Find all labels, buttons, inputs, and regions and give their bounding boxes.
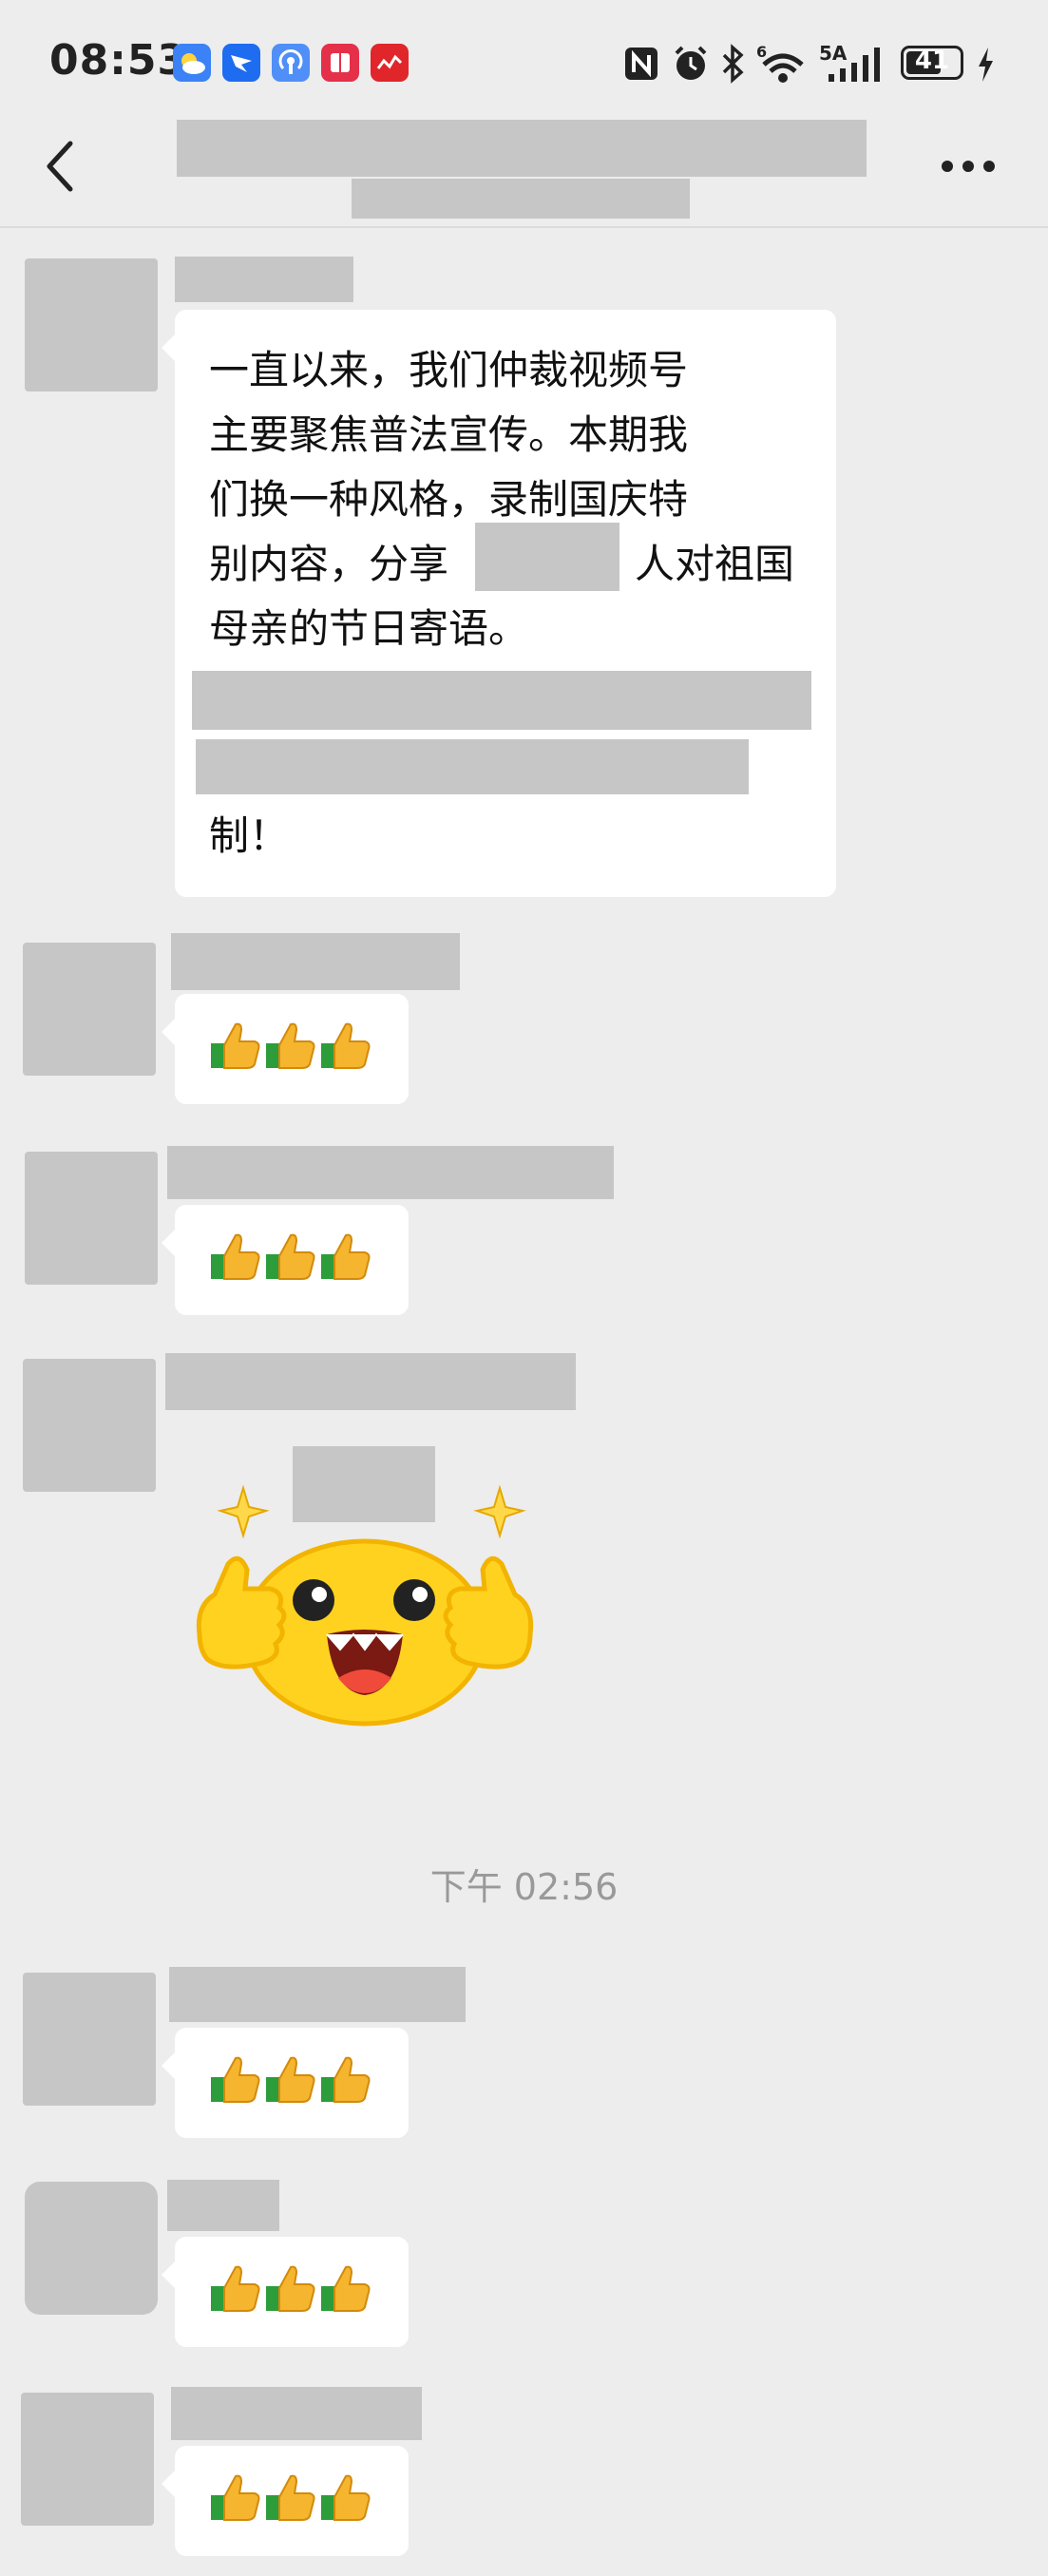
message-line-tail: 人对祖国 xyxy=(635,541,795,587)
weather-app-icon xyxy=(173,44,211,82)
sender-name xyxy=(167,1146,614,1199)
sender-name xyxy=(169,1967,466,2022)
avatar[interactable] xyxy=(25,258,158,391)
status-time: 08:53 xyxy=(49,36,188,85)
thumbs-up-emoji-sticker[interactable] xyxy=(186,1482,543,1739)
redaction-block xyxy=(475,523,619,591)
message-bubble[interactable]: 一直以来，我们仲裁视频号 主要聚焦普法宣传。本期我 们换一种风格，录制国庆特 别… xyxy=(162,310,836,897)
message-line: 制！ xyxy=(209,812,290,859)
nav-divider xyxy=(0,226,1048,228)
sender-name xyxy=(171,2387,422,2440)
sender-name xyxy=(175,257,353,302)
alarm-icon xyxy=(671,44,711,87)
sender-name xyxy=(171,933,460,990)
charging-icon xyxy=(975,46,996,87)
music-app-icon xyxy=(371,44,409,82)
thumbs-up-emoji-group xyxy=(209,2263,372,2315)
avatar[interactable] xyxy=(21,2393,154,2526)
message-bubble[interactable] xyxy=(162,994,409,1104)
avatar[interactable] xyxy=(23,1973,156,2106)
message-bubble[interactable] xyxy=(162,2446,409,2556)
message-bubble[interactable] xyxy=(162,2028,409,2138)
thumbs-up-emoji-group xyxy=(209,1021,372,1072)
thumbs-up-icon xyxy=(211,2056,260,2103)
message-line: 别内容，分享 人对祖国 xyxy=(209,523,798,597)
bluetooth-icon xyxy=(718,44,747,87)
thumbs-up-icon xyxy=(321,1022,371,1069)
thumbs-up-emoji-group xyxy=(209,2472,372,2524)
sender-name xyxy=(167,2180,279,2231)
message-text: 一直以来，我们仲裁视频号 主要聚焦普法宣传。本期我 们换一种风格，录制国庆特 别… xyxy=(209,338,798,661)
thumbs-up-icon xyxy=(321,2056,371,2103)
redaction-block xyxy=(192,671,811,730)
nfc-icon xyxy=(623,46,659,86)
thumbs-up-icon xyxy=(266,1022,315,1069)
thumbs-up-icon xyxy=(266,1233,315,1280)
back-icon[interactable] xyxy=(38,138,84,195)
chat-timestamp: 下午 02:56 xyxy=(429,1866,619,1908)
cellular-signal-icon: 5A xyxy=(817,42,893,86)
avatar[interactable] xyxy=(23,1359,156,1492)
battery-icon: 41 xyxy=(901,46,963,80)
more-options-icon[interactable] xyxy=(939,147,998,185)
thumbs-up-icon xyxy=(321,2474,371,2521)
thumbs-up-icon xyxy=(211,2265,260,2312)
message-bubble[interactable] xyxy=(162,2237,409,2347)
message-line: 主要聚焦普法宣传。本期我 xyxy=(209,411,689,458)
notes-app-icon xyxy=(321,44,359,82)
avatar[interactable] xyxy=(25,2182,158,2315)
message-line: 一直以来，我们仲裁视频号 xyxy=(209,347,689,393)
avatar[interactable] xyxy=(23,943,156,1076)
redaction-block xyxy=(196,739,749,794)
thumbs-up-icon xyxy=(266,2474,315,2521)
chat-subtitle xyxy=(352,179,690,219)
message-line-text: 别内容，分享 xyxy=(209,541,449,587)
chat-title xyxy=(177,120,867,177)
dingtalk-app-icon xyxy=(222,44,260,82)
svg-text:6: 6 xyxy=(756,43,767,61)
thumbs-up-icon xyxy=(211,2474,260,2521)
battery-level: 41 xyxy=(914,47,950,75)
radio-app-icon xyxy=(272,44,310,82)
thumbs-up-emoji-group xyxy=(209,1231,372,1283)
thumbs-up-icon xyxy=(321,1233,371,1280)
thumbs-up-emoji-group xyxy=(209,2054,372,2106)
message-bubble[interactable] xyxy=(162,1205,409,1315)
thumbs-up-icon xyxy=(211,1233,260,1280)
message-line: 母亲的节日寄语。 xyxy=(209,605,529,652)
wifi-icon: 6 xyxy=(756,42,810,89)
avatar[interactable] xyxy=(25,1152,158,1285)
thumbs-up-icon xyxy=(321,2265,371,2312)
thumbs-up-icon xyxy=(266,2056,315,2103)
thumbs-up-icon xyxy=(211,1022,260,1069)
thumbs-up-icon xyxy=(266,2265,315,2312)
sender-name xyxy=(165,1353,576,1410)
